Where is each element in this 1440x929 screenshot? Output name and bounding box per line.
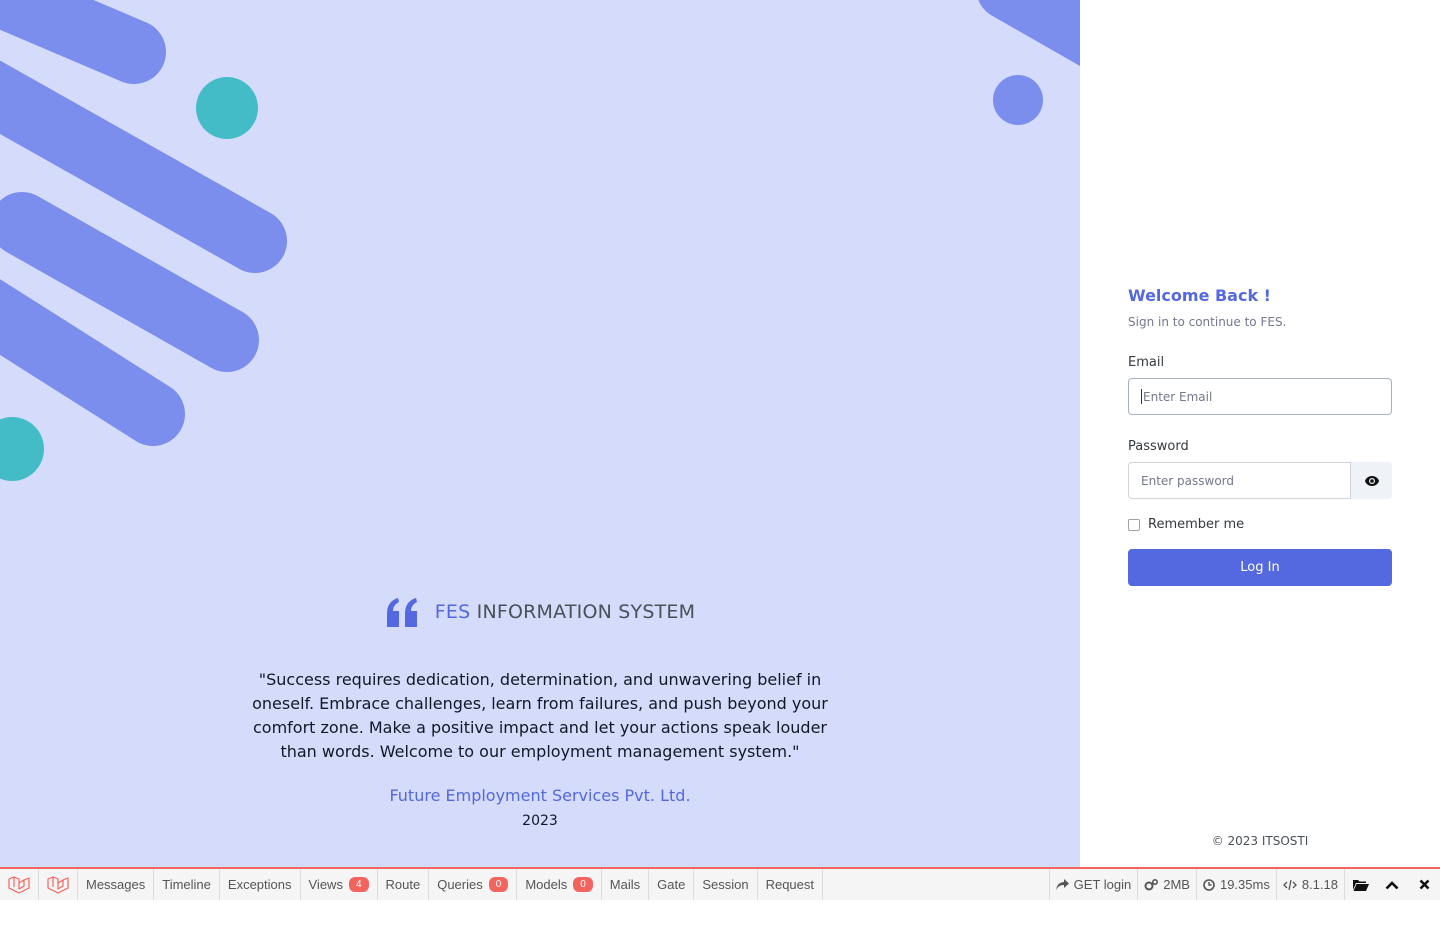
- system-title-rest: INFORMATION SYSTEM: [476, 601, 696, 623]
- count-badge: 0: [573, 877, 593, 892]
- quote-icon: [386, 598, 417, 627]
- hero-quote-block: FES INFORMATION SYSTEM "Success requires…: [240, 590, 840, 829]
- hero-quote-text: "Success requires dedication, determinat…: [252, 670, 828, 761]
- count-badge: 0: [488, 877, 509, 892]
- email-label: Email: [1128, 355, 1165, 370]
- close-debugbar-button[interactable]: [1408, 869, 1440, 900]
- deco-circle: [0, 417, 44, 481]
- tab-label: Queries: [437, 877, 483, 892]
- password-label: Password: [1128, 439, 1189, 454]
- eye-icon: [1364, 475, 1379, 486]
- remember-me-row: Remember me: [1128, 517, 1392, 532]
- text-caret: [1141, 389, 1142, 404]
- tab-label: Models: [525, 877, 568, 892]
- chevron-up-icon: [1385, 880, 1399, 889]
- deco-stripe: [0, 0, 166, 84]
- email-field[interactable]: Enter Email: [1128, 378, 1392, 415]
- tab-label: Route: [385, 877, 421, 892]
- open-handler-button[interactable]: [1344, 869, 1376, 900]
- deco-stripe: [978, 0, 1080, 66]
- tab-label: Session: [702, 877, 749, 892]
- memory-usage: 2MB: [1163, 877, 1190, 892]
- tab-label: Views: [308, 877, 343, 892]
- toggle-password-button[interactable]: [1351, 462, 1392, 499]
- folder-open-icon: [1352, 879, 1369, 891]
- tab-label: Exceptions: [227, 877, 292, 892]
- debugbar-tab-gate[interactable]: Gate: [649, 869, 695, 900]
- tab-label: Request: [765, 877, 814, 892]
- copyright-text: © 2023 ITSOSTI: [1211, 834, 1309, 848]
- debugbar-tab-queries[interactable]: Queries 0: [429, 869, 518, 900]
- hero-year: 2023: [522, 813, 558, 829]
- debugbar-tab-request[interactable]: Request: [758, 869, 823, 900]
- debugbar-request-info[interactable]: GET login: [1048, 869, 1138, 900]
- share-icon: [1055, 879, 1069, 890]
- debugbar-tab-mails[interactable]: Mails: [602, 869, 650, 900]
- remember-me-label[interactable]: Remember me: [1148, 517, 1244, 532]
- system-title: FES INFORMATION SYSTEM: [435, 601, 695, 623]
- tab-label: Gate: [657, 877, 686, 892]
- count-badge: 4: [348, 877, 369, 892]
- password-group: Enter password: [1128, 462, 1392, 499]
- debugbar-tab-views[interactable]: Views 4: [301, 869, 378, 900]
- debugbar-spacer: [823, 869, 1049, 900]
- debugbar-memory: 2MB: [1137, 869, 1196, 900]
- company-name: Future Employment Services Pvt. Ltd.: [389, 786, 691, 805]
- tab-label: Timeline: [162, 877, 211, 892]
- system-title-accent: FES: [434, 601, 471, 623]
- deco-circle: [993, 75, 1043, 125]
- remember-me-checkbox[interactable]: [1128, 518, 1140, 531]
- php-version: 8.1.18: [1301, 877, 1338, 892]
- laravel-icon: [47, 875, 69, 894]
- password-field[interactable]: Enter password: [1128, 462, 1351, 499]
- hero-panel: FES INFORMATION SYSTEM "Success requires…: [0, 0, 1080, 868]
- password-placeholder: Enter password: [1141, 473, 1234, 488]
- maximize-button[interactable]: [1376, 869, 1408, 900]
- deco-circle: [196, 77, 258, 139]
- email-placeholder: Enter Email: [1143, 389, 1213, 404]
- debugbar-tab-exceptions[interactable]: Exceptions: [220, 869, 301, 900]
- debugbar-tab-timeline[interactable]: Timeline: [154, 869, 220, 900]
- debugbar-brand[interactable]: [39, 869, 78, 900]
- tab-label: Mails: [609, 877, 641, 892]
- debugbar-time: 19.35ms: [1195, 869, 1276, 900]
- request-duration: 19.35ms: [1219, 877, 1270, 892]
- login-button[interactable]: Log In: [1128, 549, 1392, 586]
- debugbar-tab-route[interactable]: Route: [378, 869, 430, 900]
- login-title: Welcome Back !: [1128, 286, 1271, 305]
- hero-heading: FES INFORMATION SYSTEM: [240, 590, 840, 634]
- debugbar-php: 8.1.18: [1275, 869, 1344, 900]
- login-form: Welcome Back ! Sign in to continue to FE…: [1128, 286, 1392, 586]
- laravel-icon: [8, 875, 30, 894]
- tab-label: Messages: [86, 877, 146, 892]
- request-method-route: GET login: [1073, 877, 1132, 892]
- debugbar-tab-messages[interactable]: Messages: [78, 869, 155, 900]
- close-icon: [1419, 879, 1429, 890]
- cogs-icon: [1144, 878, 1159, 890]
- code-icon: [1282, 879, 1297, 890]
- debugbar-logo[interactable]: [0, 869, 39, 900]
- debug-bar: Messages Timeline Exceptions Views 4 Rout…: [0, 867, 1440, 900]
- login-subtitle: Sign in to continue to FES.: [1128, 315, 1287, 329]
- login-panel: Welcome Back ! Sign in to continue to FE…: [1080, 0, 1440, 868]
- debugbar-tab-models[interactable]: Models 0: [517, 869, 602, 900]
- clock-icon: [1203, 878, 1215, 891]
- debugbar-tab-session[interactable]: Session: [694, 869, 758, 900]
